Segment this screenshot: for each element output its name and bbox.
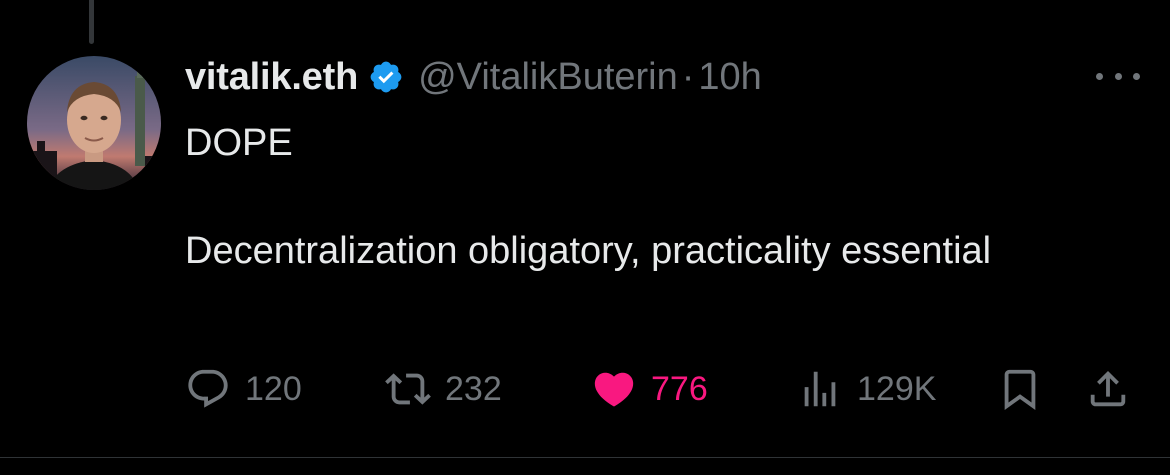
- tweet-action-bar: 120 232 776 129K: [185, 364, 1140, 414]
- avatar-image: [27, 56, 161, 190]
- views-count: 129K: [857, 369, 937, 408]
- share-button[interactable]: [1085, 364, 1131, 414]
- more-options-icon[interactable]: [1096, 62, 1140, 90]
- tweet-body: DOPE Decentralization obligatory, practi…: [185, 116, 1065, 278]
- like-button[interactable]: 776: [591, 364, 708, 414]
- timestamp[interactable]: 10h: [698, 56, 761, 99]
- views-chart-icon: [804, 371, 836, 407]
- display-name[interactable]: vitalik.eth: [185, 56, 358, 99]
- repost-count: 232: [445, 369, 502, 408]
- repost-icon: [385, 373, 431, 405]
- like-count: 776: [651, 369, 708, 408]
- views-button[interactable]: 129K: [797, 364, 936, 414]
- share-icon: [1090, 370, 1126, 407]
- repost-button[interactable]: 232: [385, 364, 502, 414]
- avatar[interactable]: [27, 56, 161, 190]
- heart-icon: [594, 372, 634, 407]
- reply-count: 120: [245, 369, 302, 408]
- tweet-header: vitalik.eth @VitalikButerin · 10h: [185, 52, 762, 102]
- bookmark-button[interactable]: [997, 364, 1043, 414]
- reply-button[interactable]: 120: [185, 364, 302, 414]
- user-handle[interactable]: @VitalikButerin: [418, 56, 678, 99]
- bookmark-icon: [1004, 369, 1036, 410]
- tweet-text-line-2: Decentralization obligatory, practicalit…: [185, 230, 992, 272]
- reply-icon: [188, 369, 228, 408]
- tweet-text-line-1: DOPE: [185, 122, 293, 164]
- verified-badge-icon: [368, 59, 404, 95]
- separator-dot: ·: [681, 55, 695, 98]
- thread-connector-line: [89, 0, 94, 44]
- divider: [0, 457, 1170, 458]
